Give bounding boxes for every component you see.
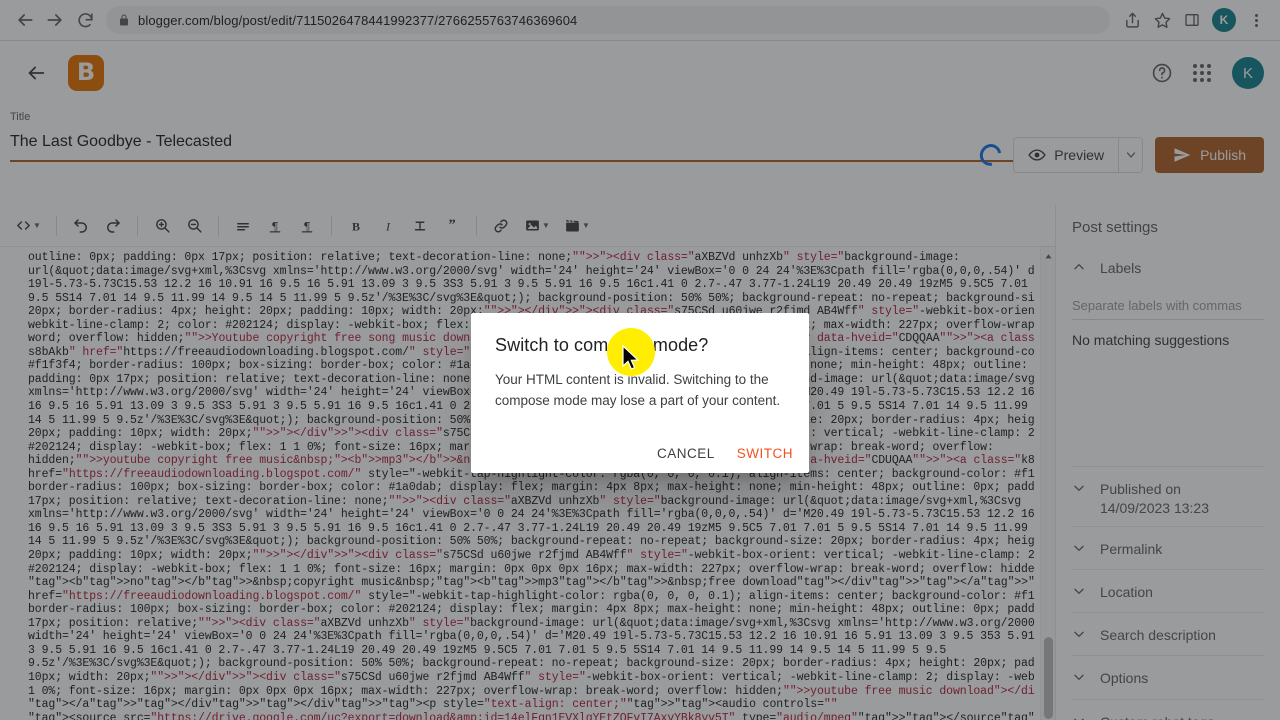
mouse-cursor: [622, 344, 642, 373]
screenshot-root: blogger.com/blog/post/edit/7115026478441…: [0, 0, 1280, 720]
switch-button[interactable]: SWITCH: [737, 446, 793, 461]
cancel-button[interactable]: CANCEL: [657, 446, 715, 461]
dialog-actions: CANCEL SWITCH: [657, 446, 793, 461]
dialog-body-text: Your HTML content is invalid. Switching …: [495, 372, 781, 408]
